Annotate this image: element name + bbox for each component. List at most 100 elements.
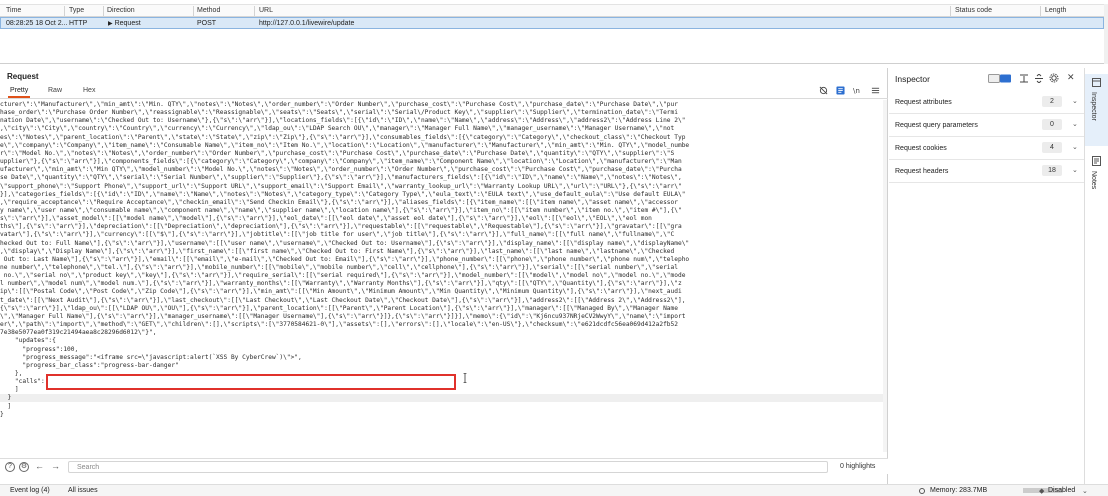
- inspector-row-cookies[interactable]: Request cookies 4 ⌄: [889, 137, 1084, 160]
- code-line: ip\":[[\"Postal Code\",\"Post Code\",\"Z…: [0, 288, 682, 296]
- forward-arrow-icon[interactable]: →: [51, 461, 60, 471]
- code-line: ]: [0, 402, 12, 410]
- svg-text:\n: \n: [853, 86, 860, 95]
- rail-tab-notes[interactable]: Notes: [1085, 152, 1108, 207]
- request-panel: Request Pretty Raw Hex \n cturer\":\"Man…: [0, 68, 888, 484]
- chevron-down-icon[interactable]: ⌄: [1082, 487, 1088, 495]
- count-badge: 2: [1042, 96, 1062, 107]
- back-arrow-icon[interactable]: ←: [35, 461, 44, 471]
- code-line: }: [0, 394, 884, 403]
- col-direction[interactable]: Direction: [107, 7, 135, 14]
- count-badge: 4: [1042, 142, 1062, 153]
- text-cursor-icon: [463, 373, 467, 383]
- count-badge: 0: [1042, 119, 1062, 130]
- event-log-link[interactable]: Event log (4): [10, 487, 50, 494]
- status-bar: Event log (4) All issues Memory: 283.7MB…: [0, 484, 1108, 496]
- notes-icon: [1092, 156, 1101, 166]
- split-icon[interactable]: [1035, 74, 1043, 83]
- inspector-title: Inspector: [895, 74, 930, 84]
- search-input[interactable]: Search: [68, 461, 828, 473]
- code-line: }],\"categories_fields\":[{\"id\":\"ID\"…: [0, 190, 686, 198]
- help-icon[interactable]: ?: [5, 462, 15, 472]
- code-line: l number\",\"model num\",\"model num.\"]…: [0, 280, 682, 288]
- pretty-print-icon[interactable]: [836, 86, 845, 95]
- newline-icon[interactable]: \n: [853, 86, 862, 95]
- col-time[interactable]: Time: [6, 7, 21, 14]
- memory-icon: [919, 488, 925, 494]
- code-line: ufacturer\",\"min_amt\":\"Min QTY\",\"mo…: [0, 166, 682, 174]
- settings-icon[interactable]: ⚙: [19, 462, 29, 472]
- editor-scrollbar[interactable]: [883, 100, 887, 452]
- inspector-icon: [1092, 78, 1101, 87]
- ai-disabled-status[interactable]: Disabled: [1048, 487, 1075, 494]
- tab-raw[interactable]: Raw: [48, 87, 62, 94]
- code-line: y name\",\"user name\",\"consumable name…: [0, 206, 682, 214]
- code-line: ne number\",\"telephone\",\"tel.\"],{\"s…: [0, 264, 678, 271]
- code-line: \",\"Manager Full Name\"],{\"s\":\"arr\"…: [0, 312, 686, 320]
- close-icon[interactable]: ✕: [1067, 72, 1075, 83]
- row-url: http://127.0.0.1/livewire/update: [259, 19, 355, 27]
- code-line: "progress_bar_class":"progress-bar-dange…: [0, 361, 179, 369]
- request-tabs: Pretty Raw Hex: [0, 85, 888, 99]
- code-line: 7e38e5077ea0f319c21494aea8c28296d6012\"}…: [0, 329, 157, 337]
- col-type[interactable]: Type: [69, 7, 84, 14]
- tab-hex[interactable]: Hex: [83, 87, 95, 94]
- search-bar: ? ⚙ ← → Search 0 highlights: [0, 458, 888, 474]
- code-line: er\",\"path\":\"import\",\"method\":\"GE…: [0, 321, 678, 329]
- col-status-code[interactable]: Status code: [955, 7, 992, 14]
- side-rail: Inspector Notes: [1084, 68, 1108, 484]
- code-line: hase_order\":\"Purchase Order Number\",\…: [0, 109, 678, 117]
- align-icon[interactable]: [1020, 74, 1028, 83]
- code-line: "progress":100,: [0, 345, 79, 353]
- request-body-editor[interactable]: cturer\":\"Manufacturer\",\"min_amt\":\"…: [0, 100, 884, 452]
- code-line: ,\"display\",\"Display Name\"],{\"s\":\"…: [0, 247, 675, 255]
- col-method[interactable]: Method: [197, 7, 220, 14]
- code-line: t_date\":[[\"Next Audit\"],{\"s\":\"arr\…: [0, 296, 686, 304]
- menu-icon[interactable]: [871, 86, 880, 95]
- code-line: r\":\"Model No.\",\"notes\":\"Notes\",\"…: [0, 149, 675, 157]
- arrow-right-icon: ▶: [108, 20, 113, 27]
- hide-nonprintable-icon[interactable]: [819, 86, 828, 95]
- count-badge: 18: [1042, 165, 1062, 176]
- history-header: Time Type Direction Method URL Status co…: [0, 4, 1108, 17]
- code-line: nation Date\",\"username\":\"Checked Out…: [0, 117, 686, 125]
- all-issues-link[interactable]: All issues: [68, 487, 98, 494]
- inspector-row-headers[interactable]: Request headers 18 ⌄: [889, 160, 1084, 183]
- layout-toggle-icon[interactable]: [988, 74, 1012, 83]
- code-line: }: [0, 410, 4, 418]
- col-url[interactable]: URL: [259, 7, 273, 14]
- chevron-down-icon[interactable]: ⌄: [1072, 143, 1078, 151]
- rail-tab-inspector[interactable]: Inspector: [1085, 74, 1108, 146]
- inspector-row-attributes[interactable]: Request attributes 2 ⌄: [889, 91, 1084, 114]
- search-hits: 0 highlights: [840, 463, 876, 470]
- code-line: ,\"city\":\"City\",\"country\":\"Country…: [0, 125, 675, 133]
- chevron-down-icon[interactable]: ⌄: [1072, 166, 1078, 174]
- request-title: Request: [7, 72, 39, 81]
- code-line: "progress_message":"<iframe src=\"javasc…: [0, 353, 302, 361]
- code-line: ths\"],{\"s\":\"arr\"}],\"depreciation\"…: [0, 223, 682, 231]
- inspector-panel: Inspector ✕ Request attributes 2 ⌄ Reque…: [889, 68, 1084, 484]
- code-line: vatar\"],{\"s\":\"arr\"}],\"currency\":[…: [0, 231, 675, 239]
- gear-icon[interactable]: [1049, 73, 1059, 83]
- col-length[interactable]: Length: [1045, 7, 1066, 14]
- chevron-down-icon[interactable]: ⌄: [1072, 120, 1078, 128]
- tab-pretty[interactable]: Pretty: [7, 87, 31, 98]
- code-line: es\":\"Notes\",\"parent_location\":\"Par…: [0, 133, 686, 141]
- memory-usage: Memory: 283.7MB: [930, 487, 988, 494]
- shield-icon: ◆: [1039, 488, 1045, 495]
- history-scrollbar[interactable]: [1104, 4, 1108, 64]
- history-row[interactable]: 08:28:25 18 Oct 2... HTTP ▶ Request POST…: [0, 17, 1104, 29]
- code-line: upplier\"},{\"s\":\"arr\"}],\"components…: [0, 158, 682, 166]
- history-table: Time Type Direction Method URL Status co…: [0, 0, 1108, 64]
- inspector-row-query-params[interactable]: Request query parameters 0 ⌄: [889, 114, 1084, 137]
- xss-payload-highlight-box: [46, 374, 456, 390]
- search-placeholder: Search: [77, 464, 100, 471]
- row-direction: ▶ Request: [108, 19, 141, 27]
- chevron-down-icon[interactable]: ⌄: [1072, 97, 1078, 105]
- code-line: \"support_phone\":\"Support Phone\",\"su…: [0, 182, 682, 190]
- row-time: 08:28:25 18 Oct 2...: [6, 19, 68, 27]
- code-line: "updates":{: [0, 337, 56, 345]
- code-line: se Date\",\"quantity\":\"QTY\",\"serial\…: [0, 174, 682, 182]
- row-method: POST: [197, 19, 217, 27]
- code-line: no.\",\"serial no\",\"product key\",\"ke…: [0, 272, 686, 280]
